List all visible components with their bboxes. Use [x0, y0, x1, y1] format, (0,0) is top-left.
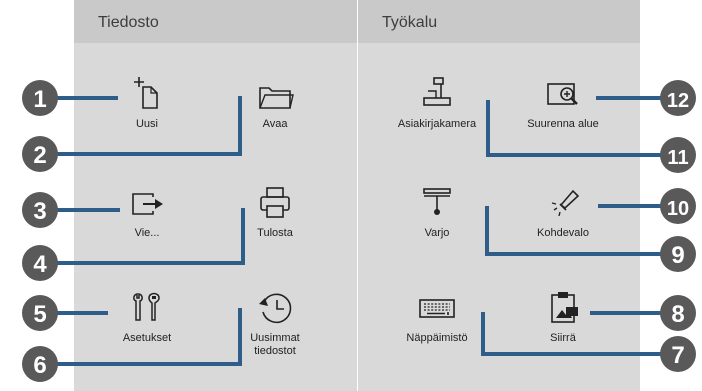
- callout-4: 4: [22, 245, 58, 281]
- svg-text:1: 1: [33, 86, 46, 113]
- callout-6: 6: [22, 346, 58, 382]
- callout-markers: 1 2 3 4 5 6 7 8 9 10 11 12: [22, 80, 696, 382]
- callout-11: 11: [660, 137, 696, 173]
- svg-text:8: 8: [671, 301, 684, 328]
- callout-overlay: 1 2 3 4 5 6 7 8 9 10 11 12: [22, 80, 696, 382]
- callout-line-6: [40, 308, 242, 366]
- callout-9: 9: [660, 236, 696, 272]
- svg-text:11: 11: [667, 147, 688, 169]
- svg-text:12: 12: [667, 90, 689, 112]
- callout-leader-lines: [40, 96, 678, 366]
- callout-8: 8: [660, 295, 696, 331]
- svg-text:6: 6: [33, 352, 46, 379]
- callout-line-9: [485, 206, 678, 256]
- callout-line-4: [40, 208, 245, 265]
- svg-text:4: 4: [33, 251, 47, 278]
- callout-12: 12: [660, 80, 696, 116]
- callout-5: 5: [22, 295, 58, 331]
- svg-text:10: 10: [667, 198, 689, 220]
- callout-1: 1: [22, 80, 58, 116]
- svg-text:7: 7: [671, 342, 684, 369]
- callout-3: 3: [22, 192, 58, 228]
- callout-7: 7: [660, 336, 696, 372]
- callout-10: 10: [660, 188, 696, 224]
- callout-line-2: [40, 96, 242, 156]
- callout-line-7: [481, 312, 678, 356]
- svg-text:3: 3: [33, 198, 46, 225]
- svg-text:2: 2: [33, 142, 46, 169]
- callout-2: 2: [22, 136, 58, 172]
- svg-text:9: 9: [671, 242, 684, 269]
- callout-line-11: [486, 100, 678, 157]
- svg-text:5: 5: [33, 301, 46, 328]
